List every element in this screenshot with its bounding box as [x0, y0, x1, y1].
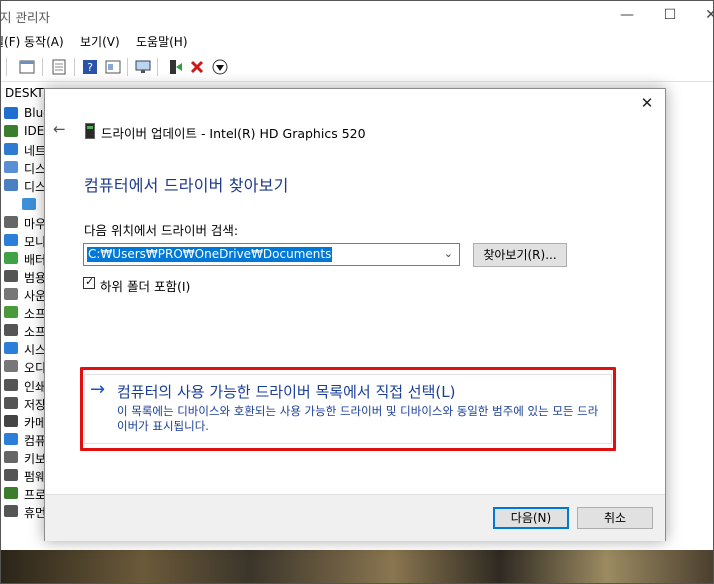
- chevron-down-icon[interactable]: ⌄: [444, 247, 453, 260]
- close-icon[interactable]: ✕: [635, 91, 659, 115]
- view-icon[interactable]: [104, 58, 122, 76]
- system-device-icon: [4, 342, 18, 355]
- tree-item-label: 배터: [24, 252, 47, 267]
- location-label: 다음 위치에서 드라이버 검색:: [84, 223, 239, 238]
- minimize-icon[interactable]: —: [612, 4, 642, 26]
- audio-icon: [4, 288, 18, 300]
- tree-item-label: 범용: [24, 270, 47, 285]
- usb-icon: [4, 269, 18, 282]
- dialog-header: 드라이버 업데이트 - Intel(R) HD Graphics 520: [101, 126, 366, 141]
- next-button[interactable]: 다음(N): [493, 507, 569, 529]
- toolbar-separator: [42, 58, 43, 76]
- toolbar-separator: [157, 58, 158, 76]
- tree-item-label: 컴퓨: [24, 433, 47, 448]
- tree-item-label: 시스: [24, 343, 47, 358]
- menu-file[interactable]: 일(F): [0, 33, 20, 50]
- help-icon[interactable]: ?: [81, 58, 99, 76]
- update-driver-dialog: ✕ ← 드라이버 업데이트 - Intel(R) HD Graphics 520…: [44, 88, 666, 541]
- maximize-icon[interactable]: ☐: [655, 4, 685, 26]
- tree-item-label: 사운: [24, 289, 47, 303]
- uninstall-icon[interactable]: [188, 58, 206, 76]
- window-title: 지 관리자: [0, 10, 50, 25]
- battery-icon: [4, 251, 18, 264]
- tree-item-label: 디스: [24, 162, 47, 177]
- tree-item-label: 디스: [24, 180, 47, 195]
- svg-text:?: ?: [87, 61, 93, 74]
- tree-item-label: 소프: [24, 307, 47, 322]
- display-adapter-icon: [4, 179, 18, 192]
- monitor-icon: [4, 233, 18, 246]
- keyboard-icon: [4, 450, 18, 463]
- tree-item-label: 인쇄: [24, 379, 47, 394]
- tree-item-label: 모니: [24, 234, 47, 249]
- tree-item-label: 오디: [24, 361, 47, 376]
- document-icon[interactable]: [50, 58, 68, 76]
- toolbar-separator: [74, 58, 75, 76]
- checkmark-icon: ✓: [85, 275, 95, 288]
- toolbar-separator: [6, 58, 7, 76]
- bluetooth-icon: [4, 107, 18, 119]
- toolbar: ?: [0, 53, 714, 82]
- toolbar-separator: [127, 58, 128, 76]
- download-icon[interactable]: [211, 58, 229, 76]
- dialog-footer: 다음(N) 취소: [45, 494, 665, 541]
- firmware-icon: [4, 469, 18, 481]
- ide-controller-icon: [4, 125, 18, 138]
- tree-item-label: 네트: [24, 144, 47, 159]
- tree-item-label: 휴먼: [24, 506, 47, 521]
- back-arrow-icon[interactable]: ←: [53, 120, 66, 138]
- tree-item-label: 펌웨: [24, 470, 47, 484]
- close-window-icon[interactable]: ✕: [696, 4, 714, 26]
- menu-help[interactable]: 도움말(H): [136, 33, 188, 50]
- tree-item-label: 프로: [24, 488, 47, 503]
- mouse-icon: [4, 215, 18, 228]
- speaker-icon: [4, 360, 18, 373]
- browse-button[interactable]: 찾아보기(R)...: [473, 243, 567, 267]
- path-combobox[interactable]: C:₩Users₩PRO₩OneDrive₩Documents ⌄: [83, 243, 460, 266]
- camera-icon: [4, 414, 18, 427]
- device-manager-titlebar: 지 관리자 — ☐ ✕: [0, 0, 714, 30]
- software-device-icon: [4, 324, 18, 337]
- tree-item-label: IDE: [24, 124, 45, 139]
- include-subfolders-label: 하위 폴더 포함(I): [100, 279, 191, 294]
- include-subfolders-checkbox[interactable]: ✓: [83, 275, 95, 289]
- storage-icon: [4, 396, 18, 409]
- tree-item-label: 저장: [24, 397, 47, 412]
- tree-item-label: 키보: [24, 451, 47, 466]
- printer-icon: [4, 378, 18, 391]
- menu-bar: 일(F) 동작(A) 보기(V) 도움말(H): [0, 30, 714, 52]
- update-driver-icon[interactable]: [166, 58, 184, 76]
- computer-icon: [4, 432, 18, 445]
- menu-action[interactable]: 동작(A): [24, 33, 64, 50]
- processor-icon: [4, 487, 18, 500]
- path-input[interactable]: C:₩Users₩PRO₩OneDrive₩Documents: [87, 247, 333, 262]
- menu-view[interactable]: 보기(V): [80, 33, 120, 50]
- monitor-icon: [22, 197, 36, 210]
- hid-icon: [4, 505, 18, 518]
- software-component-icon: [4, 306, 18, 319]
- graphics-card-icon: [85, 123, 95, 139]
- properties-icon[interactable]: [18, 58, 36, 76]
- desktop-wallpaper-strip: [0, 550, 714, 584]
- scan-hardware-icon[interactable]: [134, 58, 152, 76]
- disk-drive-icon: [4, 161, 18, 174]
- tree-item-label: 마우: [24, 216, 47, 231]
- page-title: 컴퓨터에서 드라이버 찾아보기: [84, 176, 289, 195]
- tree-item-label: 카메: [24, 415, 47, 430]
- cancel-button[interactable]: 취소: [577, 507, 653, 529]
- tree-item-label: 소프: [24, 325, 47, 340]
- network-adapter-icon: [4, 143, 18, 156]
- red-highlight-annotation: [80, 367, 616, 451]
